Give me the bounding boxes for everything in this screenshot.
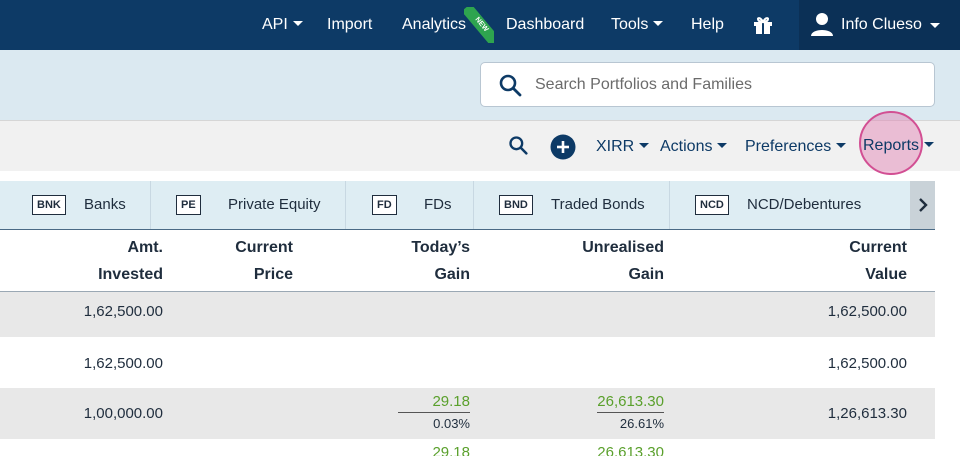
cell-unrealised-gain: 26,613.30: [597, 444, 664, 456]
cell-current-value: 1,26,613.30: [827, 405, 907, 422]
col-header-line: Current: [849, 239, 907, 256]
nav-dashboard[interactable]: Dashboard: [506, 0, 584, 50]
unrealised-gain-percent: 26.61%: [619, 416, 664, 431]
tab-label: FDs: [424, 196, 452, 213]
toolbar: XIRR Actions Preferences: [0, 120, 960, 171]
chevron-down-icon: [653, 21, 664, 27]
chevron-down-icon: [639, 143, 650, 149]
nav-tools-label: Tools: [611, 16, 649, 33]
toolbar-search-button[interactable]: [508, 121, 530, 172]
chevron-down-icon: [924, 142, 935, 148]
unrealised-gain-value: 26,613.30: [597, 444, 664, 456]
search-input[interactable]: [535, 73, 915, 97]
col-header-line: Invested: [98, 266, 163, 283]
col-unrealised-gain[interactable]: Unrealised Gain: [582, 234, 664, 288]
top-navbar: API Import Analytics NEW Dashboard Tools…: [0, 0, 960, 50]
cell-current-value: 1,62,500.00: [827, 355, 907, 372]
actions-label: Actions: [660, 138, 713, 155]
col-current-price[interactable]: Current Price: [235, 234, 293, 288]
search-band: [0, 50, 960, 120]
unrealised-gain-value: 26,613.30: [597, 393, 664, 413]
preferences-label: Preferences: [745, 138, 832, 155]
tab-private-equity[interactable]: PE Private Equity: [151, 181, 346, 229]
search-icon: [509, 136, 528, 155]
col-todays-gain[interactable]: Today’s Gain: [411, 234, 470, 288]
xirr-dropdown[interactable]: XIRR: [596, 121, 650, 172]
preferences-dropdown[interactable]: Preferences: [745, 121, 847, 172]
table-header: Amt. Invested Current Price Today’s Gain…: [0, 230, 935, 292]
nav-analytics[interactable]: Analytics: [402, 0, 466, 50]
chevron-down-icon: [717, 143, 728, 149]
cell-todays-gain: 29.18: [432, 444, 470, 456]
actions-dropdown[interactable]: Actions: [660, 121, 728, 172]
todays-gain-percent: 0.03%: [433, 416, 470, 431]
tabs-scroll-right-button[interactable]: [910, 181, 935, 229]
chevron-down-icon: [836, 143, 847, 149]
nav-api[interactable]: API: [262, 0, 303, 50]
nav-help[interactable]: Help: [691, 0, 724, 50]
col-header-line: Unrealised: [582, 239, 664, 256]
chevron-down-icon: [292, 21, 303, 27]
col-amt-invested[interactable]: Amt. Invested: [98, 234, 163, 288]
asset-tabs: BNK Banks PE Private Equity FD FDs BND T…: [0, 181, 935, 230]
table-row[interactable]: 1,62,500.00 1,62,500.00: [0, 292, 935, 337]
gift-button[interactable]: [751, 0, 775, 50]
col-header-line: Gain: [434, 266, 470, 283]
nav-help-label: Help: [691, 16, 724, 33]
table-row[interactable]: 1,62,500.00 1,62,500.00: [0, 337, 935, 388]
tab-traded-bonds[interactable]: BND Traded Bonds: [474, 181, 670, 229]
table-row[interactable]: 1,00,000.00 29.18 0.03% 26,613.30 26.61%…: [0, 388, 935, 439]
col-header-line: Today’s: [411, 239, 470, 256]
tab-label: Private Equity: [228, 196, 321, 213]
reports-label: Reports: [863, 137, 920, 154]
tab-code: PE: [176, 195, 201, 215]
right-gutter: [935, 181, 960, 456]
chevron-down-icon: [930, 23, 940, 28]
portfolio-search[interactable]: [480, 62, 935, 107]
col-current-value[interactable]: Current Value: [849, 234, 907, 288]
todays-gain-value: 29.18: [398, 393, 470, 413]
col-header-line: Price: [253, 266, 293, 283]
cell-current-value: 1,62,500.00: [827, 303, 907, 320]
chevron-right-icon: [919, 198, 928, 212]
tab-fds[interactable]: FD FDs: [346, 181, 474, 229]
todays-gain-value: 29.18: [432, 444, 470, 456]
plus-circle-icon: [550, 134, 576, 160]
nav-dashboard-label: Dashboard: [506, 16, 585, 33]
col-header-line: Amt.: [127, 239, 163, 256]
table-row[interactable]: 29.18 26,613.30: [0, 439, 935, 456]
cell-amt-invested: 1,62,500.00: [83, 355, 163, 372]
search-icon: [499, 74, 522, 97]
new-badge: NEW: [464, 7, 494, 43]
user-name: Info Clueso: [841, 16, 922, 33]
nav-analytics-label: Analytics: [402, 16, 467, 33]
user-menu[interactable]: Info Clueso: [799, 0, 960, 50]
cell-amt-invested: 1,00,000.00: [83, 405, 163, 422]
cell-unrealised-gain: 26,613.30 26.61%: [597, 393, 664, 431]
col-header-line: Current: [235, 239, 293, 256]
cell-todays-gain: 29.18 0.03%: [398, 393, 470, 431]
tab-code: NCD: [695, 195, 729, 215]
reports-dropdown[interactable]: Reports: [863, 120, 935, 171]
xirr-label: XIRR: [596, 138, 635, 155]
nav-import-label: Import: [327, 16, 373, 33]
col-header-line: Gain: [628, 266, 664, 283]
tab-label: Traded Bonds: [551, 196, 645, 213]
nav-api-label: API: [262, 16, 288, 33]
nav-import[interactable]: Import: [327, 0, 372, 50]
tab-code: FD: [372, 195, 397, 215]
tab-label: NCD/Debentures: [747, 196, 862, 213]
tab-ncd-debentures[interactable]: NCD NCD/Debentures: [670, 181, 890, 229]
new-badge-label: NEW: [464, 7, 494, 43]
tab-banks[interactable]: BNK Banks: [0, 181, 151, 229]
add-button[interactable]: [550, 121, 576, 172]
user-icon: [811, 13, 833, 36]
nav-tools[interactable]: Tools: [611, 0, 664, 50]
tab-code: BNK: [32, 195, 66, 215]
col-header-line: Value: [865, 266, 907, 283]
tab-code: BND: [499, 195, 533, 215]
gift-icon: [754, 17, 772, 34]
tab-label: Banks: [84, 196, 126, 213]
cell-amt-invested: 1,62,500.00: [83, 303, 163, 320]
